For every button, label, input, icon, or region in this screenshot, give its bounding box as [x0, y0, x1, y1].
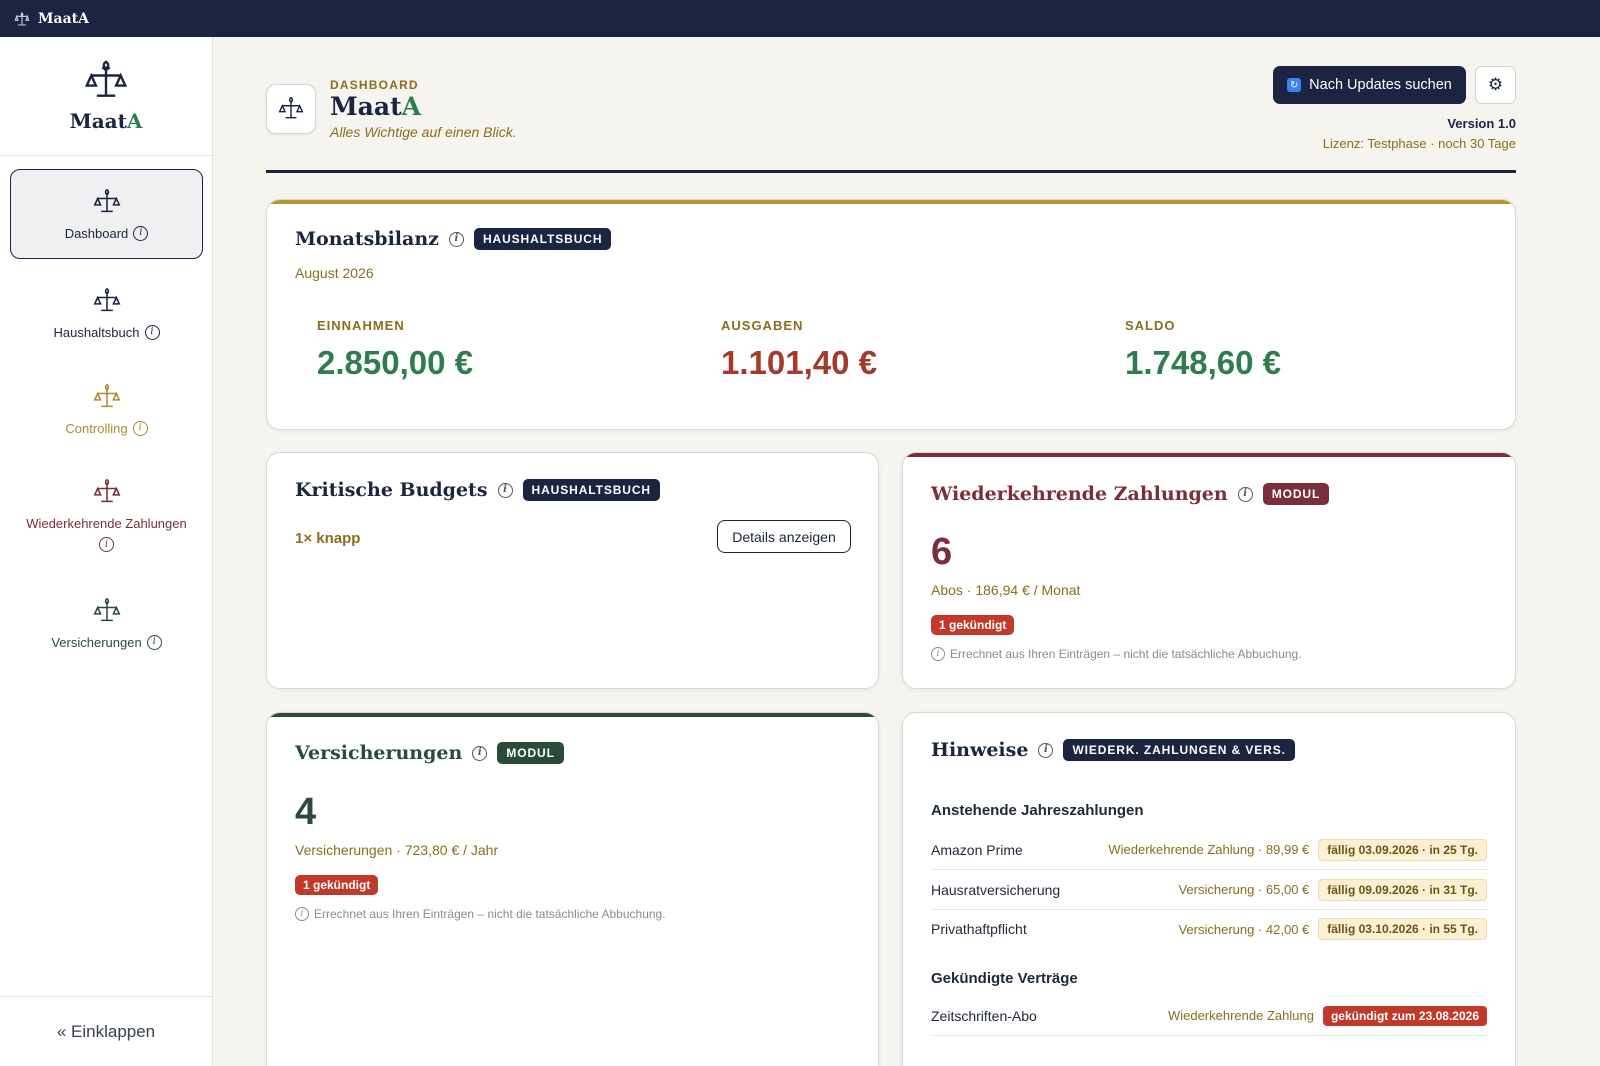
- version-label: Version 1.0: [1447, 116, 1516, 131]
- page-title: MaatA: [330, 92, 422, 121]
- list-item[interactable]: Privathaftpflicht Versicherung · 42,00 €…: [931, 909, 1487, 949]
- page-subtitle: Alles Wichtige auf einen Blick.: [330, 124, 517, 140]
- info-icon[interactable]: i: [99, 537, 114, 552]
- info-icon[interactable]: i: [132, 420, 148, 436]
- section-cancelled-title: Gekündigte Verträge: [931, 970, 1078, 987]
- sidebar-item-label: Haushaltsbuch: [53, 324, 140, 340]
- app-titlebar: MaatA: [0, 0, 1600, 37]
- module-badge: HAUSHALTSBUCH: [473, 228, 612, 250]
- insurance-summary: Versicherungen · 723,80 € / Jahr: [295, 842, 499, 858]
- due-badge: fällig 09.09.2026 · in 31 Tg.: [1318, 878, 1487, 901]
- card-title: Kritische Budgets i HAUSHALTSBUCH: [295, 479, 661, 501]
- due-badge: fällig 03.10.2026 · in 55 Tg.: [1318, 918, 1487, 940]
- card-title: Wiederkehrende Zahlungen i MODUL: [931, 483, 1330, 505]
- sidebar-item-versicherungen[interactable]: Versicherungen i: [10, 583, 203, 663]
- info-icon[interactable]: i: [448, 231, 464, 247]
- scales-logo-icon: [14, 11, 30, 26]
- info-icon[interactable]: i: [144, 324, 160, 340]
- cancelled-badge: 1 gekündigt: [295, 875, 379, 895]
- kritische-budgets-card: Kritische Budgets i HAUSHALTSBUCH 1× kna…: [266, 452, 879, 689]
- license-label: Lizenz: Testphase · noch 30 Tage: [1322, 136, 1516, 151]
- period-label: August 2026: [295, 265, 374, 281]
- info-icon[interactable]: i: [1038, 742, 1054, 758]
- insurance-count: 4: [295, 791, 317, 833]
- gear-icon: ⚙: [1487, 75, 1504, 94]
- calculation-note: i Errechnet aus Ihren Einträgen – nicht …: [931, 647, 1302, 661]
- hinweise-card: Hinweise i WIEDERK. ZAHLUNGEN & VERS. An…: [902, 712, 1516, 1066]
- scales-logo-icon: [84, 60, 128, 97]
- settings-button[interactable]: ⚙: [1475, 66, 1516, 104]
- scales-icon: [93, 478, 120, 503]
- kpi-label-ausgaben: AUSGABEN: [721, 318, 804, 333]
- sidebar-collapse-button[interactable]: « Einklappen: [0, 996, 212, 1066]
- card-title: Versicherungen i MODUL: [295, 742, 564, 764]
- scales-icon: [93, 383, 120, 407]
- scales-icon: [93, 597, 120, 621]
- kpi-value-ausgaben: 1.101,40 €: [721, 344, 877, 381]
- card-title: Monatsbilanz i HAUSHALTSBUCH: [295, 228, 612, 250]
- kpi-label-saldo: SALDO: [1125, 318, 1176, 333]
- list-item[interactable]: Amazon Prime Wiederkehrende Zahlung · 89…: [931, 830, 1487, 870]
- page-logo: [266, 84, 316, 134]
- module-badge: HAUSHALTSBUCH: [522, 479, 661, 501]
- module-badge: MODUL: [497, 742, 564, 764]
- module-badge: WIEDERK. ZAHLUNGEN & VERS.: [1063, 739, 1295, 761]
- wiederkehrende-zahlungen-card: Wiederkehrende Zahlungen i MODUL 6 Abos …: [902, 452, 1516, 689]
- sidebar-logo: MaatA: [0, 37, 212, 156]
- sidebar-item-wiederkehrende-zahlungen[interactable]: Wiederkehrende Zahlungen i: [10, 465, 203, 565]
- sidebar-item-label: Versicherungen: [51, 634, 142, 650]
- sidebar-item-dashboard[interactable]: Dashboard i: [10, 169, 203, 259]
- info-icon[interactable]: i: [1237, 486, 1253, 502]
- info-icon[interactable]: i: [133, 225, 149, 241]
- refresh-icon: ↻: [1287, 78, 1302, 92]
- info-icon: i: [295, 907, 309, 921]
- subscription-summary: Abos · 186,94 € / Monat: [931, 582, 1081, 598]
- sidebar-item-label: Controlling: [65, 420, 128, 436]
- section-upcoming-title: Anstehende Jahreszahlungen: [931, 802, 1144, 819]
- versicherungen-card: Versicherungen i MODUL 4 Versicherungen …: [266, 712, 879, 1066]
- scales-icon: [93, 287, 120, 311]
- scales-icon: [93, 188, 120, 212]
- list-item[interactable]: Hausratversicherung Versicherung · 65,00…: [931, 870, 1487, 910]
- sidebar-app-name: MaatA: [69, 109, 143, 133]
- list-item[interactable]: Zeitschriften-Abo Wiederkehrende Zahlung…: [931, 996, 1487, 1036]
- card-accent-line: [267, 713, 878, 717]
- app-title: MaatA: [38, 10, 89, 27]
- cancelled-badge: 1 gekündigt: [931, 615, 1015, 635]
- module-badge: MODUL: [1262, 483, 1330, 505]
- check-updates-button[interactable]: ↻ Nach Updates suchen: [1273, 66, 1466, 104]
- kpi-label-einnahmen: EINNAHMEN: [317, 318, 405, 333]
- details-button[interactable]: Details anzeigen: [717, 520, 851, 553]
- sidebar: MaatA Dashboard i Haushaltsbuch i Controll…: [0, 37, 213, 1066]
- cancelled-badge: gekündigt zum 23.08.2026: [1322, 1005, 1487, 1026]
- card-title: Hinweise i WIEDERK. ZAHLUNGEN & VERS.: [931, 739, 1295, 761]
- calculation-note: i Errechnet aus Ihren Einträgen – nicht …: [295, 907, 666, 921]
- kpi-value-saldo: 1.748,60 €: [1125, 344, 1281, 381]
- info-icon[interactable]: i: [497, 482, 513, 498]
- due-badge: fällig 03.09.2026 · in 25 Tg.: [1318, 838, 1487, 861]
- budget-status: 1× knapp: [295, 530, 361, 547]
- sidebar-item-label: Dashboard: [64, 225, 129, 241]
- info-icon: i: [931, 647, 945, 661]
- card-accent-line: [267, 200, 1515, 204]
- subscription-count: 6: [931, 531, 953, 573]
- info-icon[interactable]: i: [146, 634, 162, 650]
- page-kicker: DASHBOARD: [330, 78, 419, 92]
- sidebar-item-label: Wiederkehrende Zahlungen: [26, 516, 187, 531]
- header-divider: [266, 170, 1516, 173]
- kpi-value-einnahmen: 2.850,00 €: [317, 344, 473, 381]
- info-icon[interactable]: i: [472, 745, 488, 761]
- sidebar-item-controlling[interactable]: Controlling i: [10, 369, 203, 449]
- card-accent-line: [903, 453, 1515, 457]
- scales-icon: [278, 96, 304, 119]
- monatsbilanz-card: Monatsbilanz i HAUSHALTSBUCH August 2026…: [266, 199, 1516, 430]
- sidebar-item-haushaltsbuch[interactable]: Haushaltsbuch i: [10, 273, 203, 353]
